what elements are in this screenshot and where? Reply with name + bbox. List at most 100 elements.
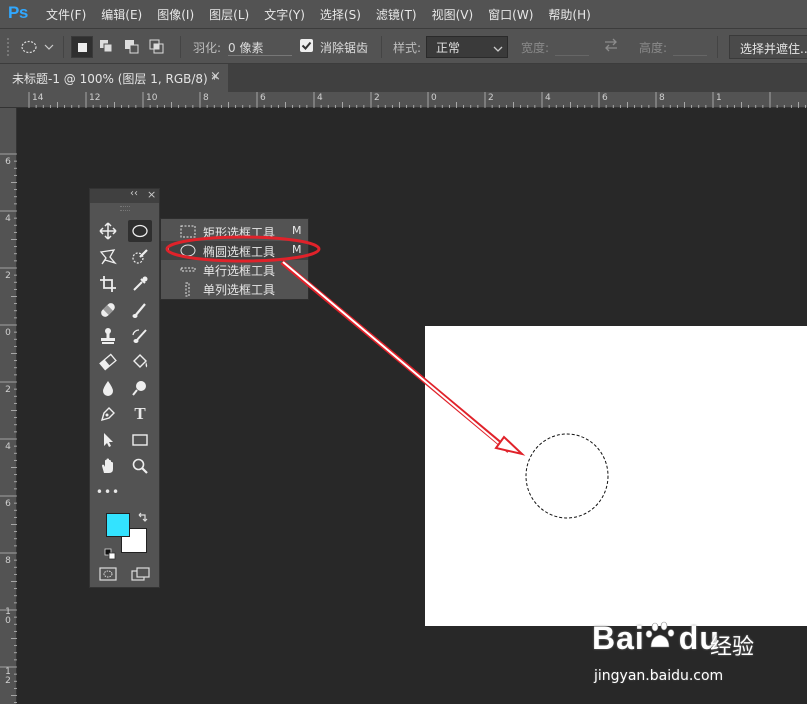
- menu-layer[interactable]: 图层(L): [209, 6, 249, 23]
- collapse-icon[interactable]: ‹‹: [130, 188, 138, 199]
- zoom-tool[interactable]: [128, 455, 152, 477]
- close-icon[interactable]: ×: [210, 69, 221, 84]
- eraser-icon: [99, 353, 117, 371]
- baidu-watermark: Bai du 经验 jingyan.baidu.com: [592, 612, 792, 692]
- subtract-from-selection-button[interactable]: [121, 36, 143, 58]
- tools-panel-header[interactable]: ‹‹ ×: [90, 188, 159, 203]
- menu-edit[interactable]: 编辑(E): [101, 6, 142, 23]
- height-input[interactable]: [673, 55, 707, 56]
- new-selection-button[interactable]: [71, 36, 93, 58]
- menu-window[interactable]: 窗口(W): [488, 6, 533, 23]
- elliptical-marquee-icon: [180, 244, 196, 260]
- menu-file[interactable]: 文件(F): [46, 6, 86, 23]
- crop-icon: [99, 275, 117, 293]
- edit-toolbar-button[interactable]: •••: [96, 481, 120, 503]
- screen-mode-icon[interactable]: [131, 566, 151, 585]
- ruler-label: 0: [5, 328, 11, 338]
- clone-stamp-tool[interactable]: [96, 325, 120, 347]
- history-brush-tool[interactable]: [128, 325, 152, 347]
- menu-select[interactable]: 选择(S): [320, 6, 361, 23]
- style-label: 样式:: [393, 41, 422, 55]
- marquee-tool-flyout: 矩形选框工具 M 椭圆选框工具 M 单行选框工具 单列选框工具: [160, 218, 309, 300]
- rectangle-icon: [131, 432, 149, 448]
- move-tool[interactable]: [96, 220, 120, 242]
- single-row-marquee-icon: [180, 263, 196, 279]
- style-select[interactable]: 正常: [426, 36, 508, 58]
- default-colors-icon[interactable]: [104, 545, 116, 564]
- healing-brush-tool[interactable]: [96, 299, 120, 321]
- paint-bucket-tool[interactable]: [128, 351, 152, 373]
- lasso-tool[interactable]: [96, 246, 120, 268]
- ruler-label: 12: [89, 93, 101, 103]
- dodge-tool[interactable]: [128, 377, 152, 399]
- height-label: 高度:: [639, 41, 668, 55]
- feather-label: 羽化:: [193, 41, 222, 55]
- crop-tool[interactable]: [96, 273, 120, 295]
- antialias-checkbox[interactable]: [300, 39, 313, 52]
- menu-filter[interactable]: 滤镜(T): [376, 6, 417, 23]
- quick-selection-tool[interactable]: [128, 246, 152, 268]
- rectangular-marquee-icon: [180, 225, 196, 241]
- swap-colors-icon[interactable]: [137, 509, 149, 528]
- menu-help[interactable]: 帮助(H): [548, 6, 590, 23]
- width-input[interactable]: [555, 55, 589, 56]
- eyedropper-tool[interactable]: [128, 273, 152, 295]
- menu-type[interactable]: 文字(Y): [264, 6, 305, 23]
- style-select-value: 正常: [436, 41, 461, 55]
- flyout-item-single-column-marquee[interactable]: 单列选框工具: [161, 279, 308, 298]
- ruler-label: 8: [659, 93, 665, 103]
- menu-items: 文件(F) 编辑(E) 图像(I) 图层(L) 文字(Y) 选择(S) 滤镜(T…: [46, 0, 606, 28]
- ruler-label: 6: [602, 93, 608, 103]
- lasso-icon: [99, 248, 117, 266]
- blur-tool[interactable]: [96, 377, 120, 399]
- antialias-label: 消除锯齿: [320, 41, 369, 55]
- ruler-label: 6: [5, 157, 11, 167]
- ruler-label: 8: [203, 93, 209, 103]
- feather-input[interactable]: 0 像素: [228, 39, 263, 56]
- menu-image[interactable]: 图像(I): [157, 6, 194, 23]
- flyout-item-label: 椭圆选框工具: [203, 245, 276, 259]
- elliptical-marquee-icon: [131, 223, 149, 239]
- more-icon: •••: [95, 485, 121, 499]
- brush-icon: [131, 301, 149, 319]
- flyout-item-single-row-marquee[interactable]: 单行选框工具: [161, 260, 308, 279]
- flyout-item-rectangular-marquee[interactable]: 矩形选框工具 M: [161, 222, 308, 241]
- ruler-label: 10: [5, 607, 11, 626]
- elliptical-marquee-tool[interactable]: [128, 220, 152, 242]
- ruler-label: 2: [5, 271, 11, 281]
- pen-tool[interactable]: [96, 403, 120, 425]
- tool-preset-picker[interactable]: [20, 39, 56, 58]
- move-icon: [99, 222, 117, 240]
- ruler-label: 1: [716, 93, 722, 103]
- eraser-tool[interactable]: [96, 351, 120, 373]
- flyout-item-label: 单行选框工具: [203, 264, 276, 278]
- select-and-mask-button[interactable]: 选择并遮住...: [729, 35, 807, 59]
- rectangle-tool[interactable]: [128, 429, 152, 451]
- swap-width-height-icon[interactable]: [603, 38, 619, 55]
- baidu-logo: Bai du: [592, 620, 720, 656]
- document-tab[interactable]: 未标题-1 @ 100% (图层 1, RGB/8) * ×: [0, 64, 228, 92]
- flyout-item-shortcut: M: [292, 224, 302, 237]
- history-brush-icon: [131, 327, 149, 345]
- document-canvas[interactable]: [425, 326, 807, 626]
- close-icon[interactable]: ×: [147, 188, 156, 201]
- flyout-item-label: 矩形选框工具: [203, 226, 276, 240]
- menu-view[interactable]: 视图(V): [432, 6, 474, 23]
- hand-tool[interactable]: [96, 455, 120, 477]
- ruler-label: 4: [545, 93, 551, 103]
- panel-grip: [120, 206, 130, 211]
- flyout-item-elliptical-marquee[interactable]: 椭圆选框工具 M: [161, 241, 308, 260]
- add-to-selection-button[interactable]: [96, 36, 118, 58]
- dodge-icon: [131, 379, 149, 397]
- ruler-label: 14: [32, 93, 44, 103]
- hand-icon: [99, 457, 117, 475]
- ruler-label: 8: [5, 556, 11, 566]
- document-tab-title: 未标题-1 @ 100% (图层 1, RGB/8) *: [12, 72, 218, 86]
- foreground-color-swatch[interactable]: [106, 513, 130, 537]
- type-tool[interactable]: T: [128, 403, 152, 425]
- path-selection-tool[interactable]: [96, 429, 120, 451]
- intersect-selection-button[interactable]: [146, 36, 168, 58]
- paint-bucket-icon: [131, 353, 149, 371]
- quick-mask-icon[interactable]: [99, 566, 117, 585]
- brush-tool[interactable]: [128, 299, 152, 321]
